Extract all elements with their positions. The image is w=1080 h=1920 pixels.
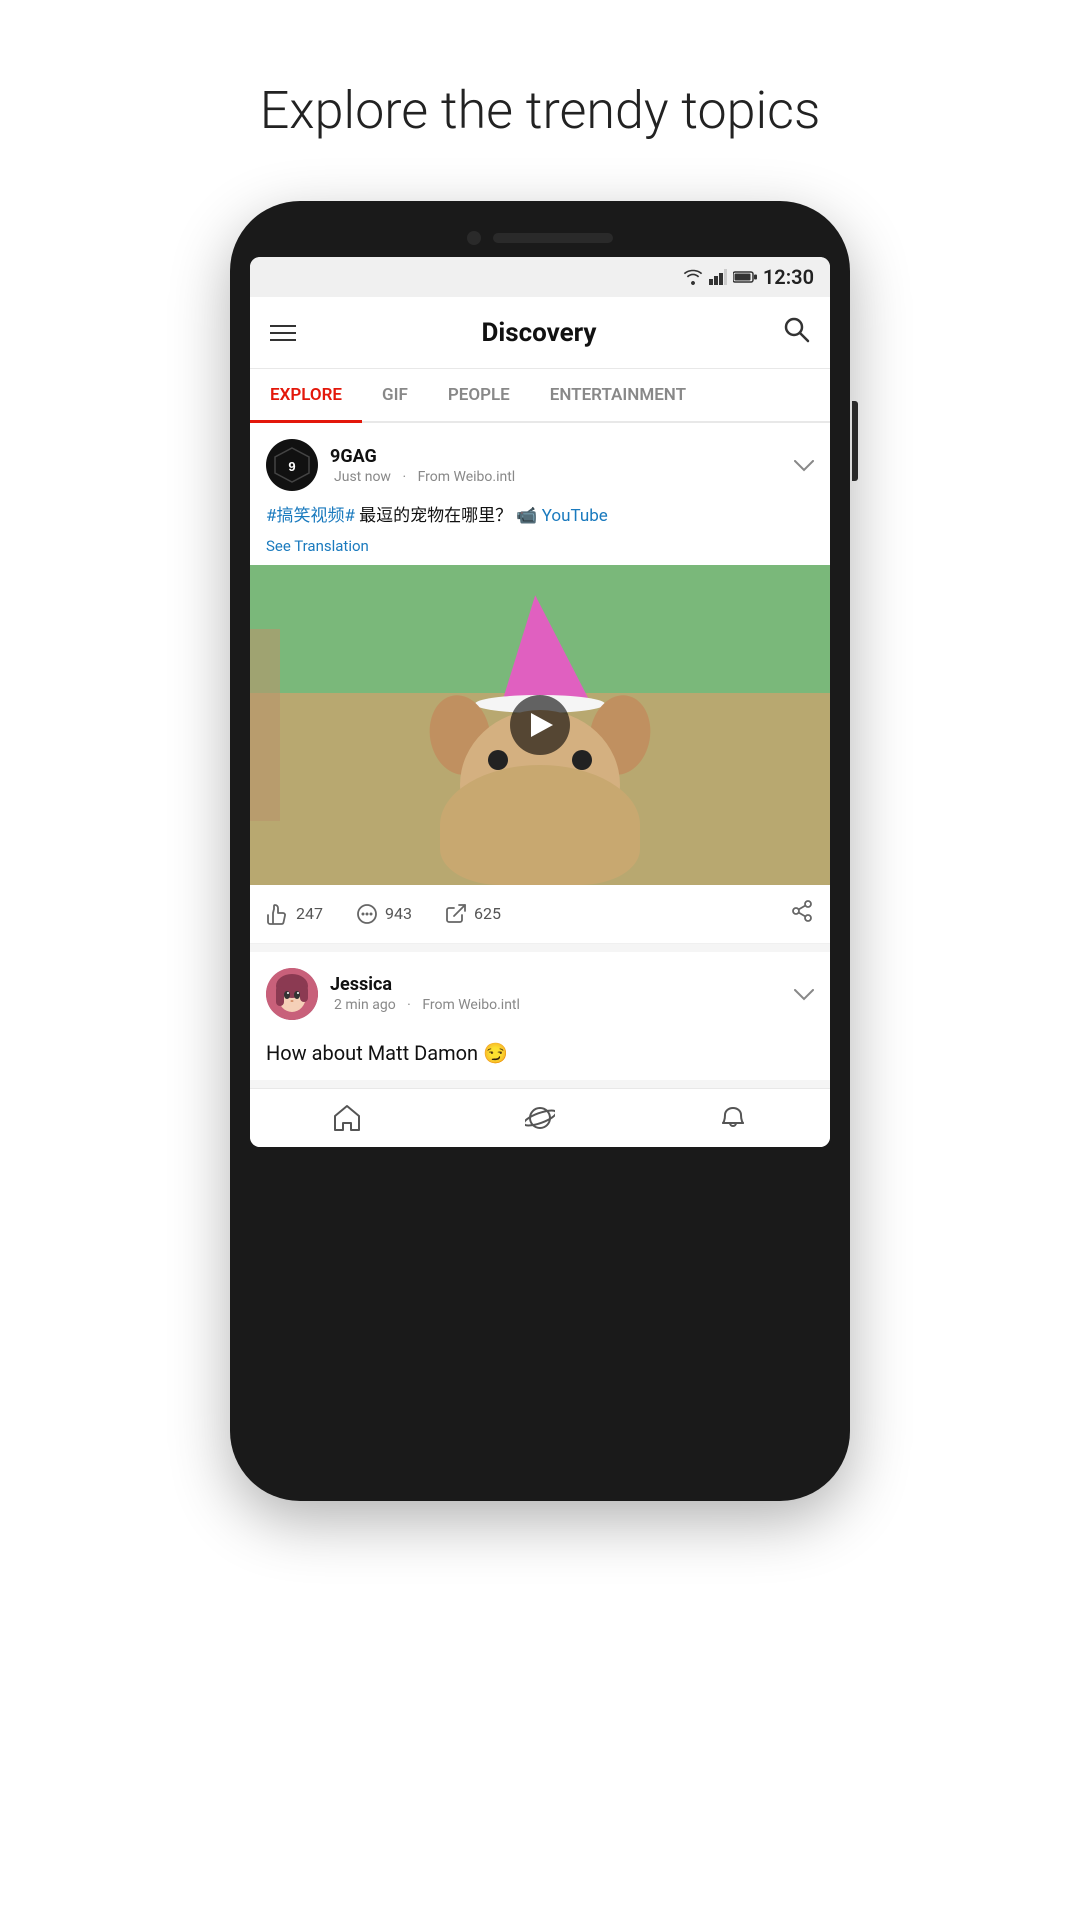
repost-button[interactable]: 625 <box>444 902 501 926</box>
phone-screen: 12:30 Discovery EXPLORE GIF PEOPLE E <box>250 257 830 1147</box>
battery-icon <box>733 270 757 284</box>
post-image-1[interactable] <box>250 565 830 885</box>
youtube-icon: 📹 <box>516 506 537 526</box>
page-title: Explore the trendy topics <box>260 80 821 141</box>
dog-body <box>440 765 640 885</box>
share-icon <box>790 899 814 923</box>
avatar-9gag: 9 <box>266 439 318 491</box>
hamburger-line-1 <box>270 325 296 327</box>
phone-top-bar <box>250 231 830 245</box>
avatar-jessica <box>266 968 318 1020</box>
like-count: 247 <box>296 904 323 923</box>
phone-side-button <box>852 401 858 481</box>
meta-separator-1: · <box>402 469 409 485</box>
post-card-2: Jessica 2 min ago · From Weibo.intl How … <box>250 952 830 1080</box>
search-icon <box>782 315 810 343</box>
dog-eye-right <box>572 750 592 770</box>
post-author-info-1: 9 9GAG Just now · From Weibo.intl <box>266 439 519 491</box>
hamburger-line-2 <box>270 332 296 334</box>
jessica-post-text: How about Matt Damon 😏 <box>250 1030 830 1080</box>
planet-icon <box>525 1103 555 1133</box>
brick-wall <box>250 629 280 821</box>
app-title: Discovery <box>481 318 596 348</box>
nav-notifications[interactable] <box>718 1103 748 1133</box>
comment-button[interactable]: 943 <box>355 902 412 926</box>
author-meta-2: 2 min ago · From Weibo.intl <box>330 997 524 1013</box>
action-bar-1: 247 943 625 <box>250 885 830 944</box>
bottom-nav <box>250 1088 830 1147</box>
chevron-down-2[interactable] <box>794 982 814 1006</box>
youtube-link[interactable]: YouTube <box>542 506 608 526</box>
hamburger-button[interactable] <box>270 325 296 341</box>
comment-icon <box>355 902 379 926</box>
tabs-row: EXPLORE GIF PEOPLE ENTERTAINMENT <box>250 369 830 423</box>
svg-text:9: 9 <box>288 459 295 474</box>
hashtag-link[interactable]: #搞笑视频# <box>266 506 355 526</box>
chevron-down-1[interactable] <box>794 453 814 477</box>
nav-discover[interactable] <box>525 1103 555 1133</box>
share-button[interactable] <box>790 899 814 929</box>
status-time: 12:30 <box>763 265 814 289</box>
tab-explore[interactable]: EXPLORE <box>250 369 362 421</box>
dog-eye-left <box>488 750 508 770</box>
play-button[interactable] <box>510 695 570 755</box>
party-hat <box>490 591 589 708</box>
hamburger-line-3 <box>270 339 296 341</box>
9gag-logo: 9 <box>273 446 311 484</box>
post-card-1: 9 9GAG Just now · From Weibo.intl <box>250 423 830 944</box>
thumbs-up-icon <box>266 902 290 926</box>
wifi-icon <box>683 269 703 285</box>
post-header-1: 9 9GAG Just now · From Weibo.intl <box>250 423 830 501</box>
meta-separator-2: · <box>407 997 414 1013</box>
signal-icon <box>709 269 727 285</box>
author-name-2: Jessica <box>330 974 524 995</box>
post-author-meta-1: 9GAG Just now · From Weibo.intl <box>330 446 519 485</box>
status-bar: 12:30 <box>250 257 830 297</box>
post-author-info-2: Jessica 2 min ago · From Weibo.intl <box>266 968 524 1020</box>
like-button[interactable]: 247 <box>266 902 323 926</box>
post-author-meta-2: Jessica 2 min ago · From Weibo.intl <box>330 974 524 1013</box>
comment-count: 943 <box>385 904 412 923</box>
nav-home[interactable] <box>332 1103 362 1133</box>
repost-count: 625 <box>474 904 501 923</box>
status-bar-icons: 12:30 <box>683 265 814 289</box>
author-meta-1: Just now · From Weibo.intl <box>330 469 519 485</box>
post-source-2: From Weibo.intl <box>422 997 520 1013</box>
phone-speaker <box>493 233 613 243</box>
play-triangle-icon <box>531 713 553 737</box>
author-name-1: 9GAG <box>330 446 519 467</box>
post-header-2: Jessica 2 min ago · From Weibo.intl <box>250 952 830 1030</box>
app-header: Discovery <box>250 297 830 369</box>
tab-gif[interactable]: GIF <box>362 369 428 421</box>
post-source-1: From Weibo.intl <box>418 469 516 485</box>
phone-camera <box>467 231 481 245</box>
tab-people[interactable]: PEOPLE <box>428 369 530 421</box>
post-time-2: 2 min ago <box>334 997 396 1013</box>
post-body-text: 最逗的宠物在哪里？ <box>359 506 516 526</box>
bell-icon <box>718 1103 748 1133</box>
post-time-1: Just now <box>334 469 391 485</box>
phone-frame: 12:30 Discovery EXPLORE GIF PEOPLE E <box>230 201 850 1501</box>
see-translation-1[interactable]: See Translation <box>250 537 830 565</box>
tab-entertainment[interactable]: ENTERTAINMENT <box>530 369 706 421</box>
home-icon <box>332 1103 362 1133</box>
post-text-1: #搞笑视频# 最逗的宠物在哪里？ 📹 YouTube <box>250 501 830 537</box>
search-button[interactable] <box>782 315 810 350</box>
jessica-avatar-svg <box>266 968 318 1020</box>
repost-icon <box>444 902 468 926</box>
